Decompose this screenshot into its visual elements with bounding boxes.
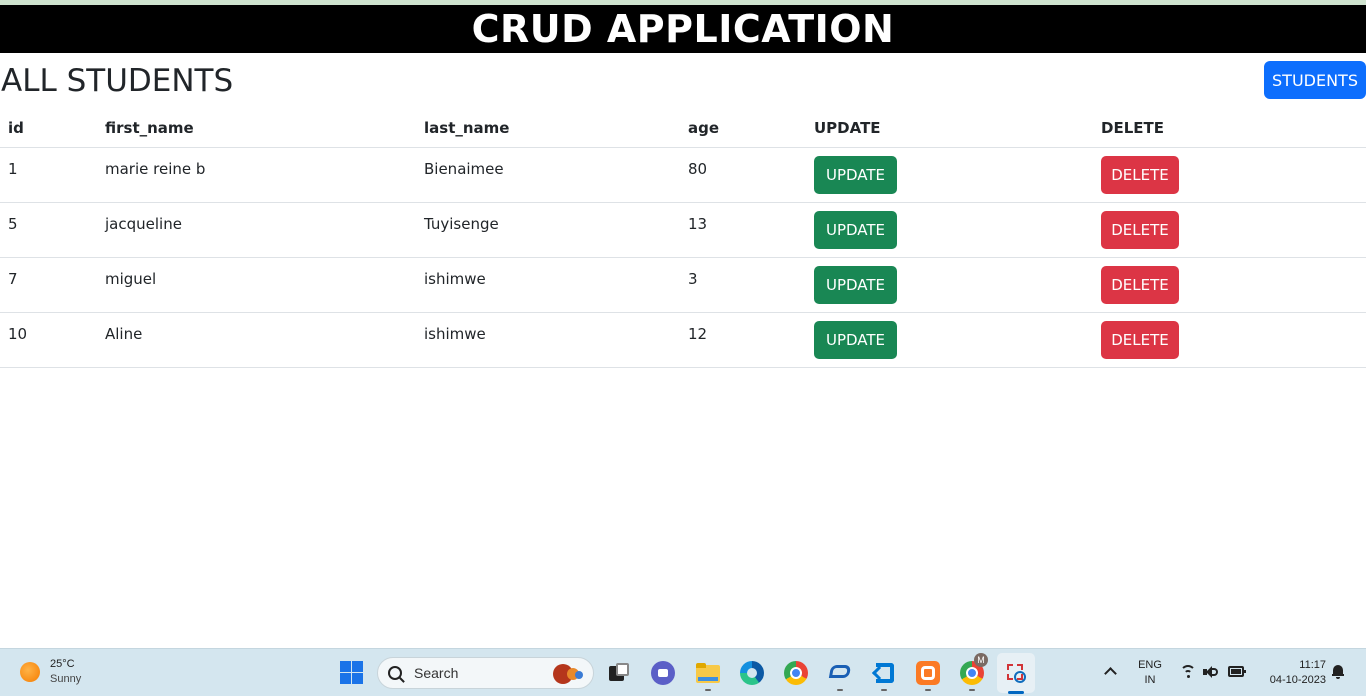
table-row: 1 marie reine b Bienaimee 80 UPDATE DELE… <box>0 147 1366 203</box>
header-delete: DELETE <box>1093 109 1366 148</box>
taskbar-search[interactable]: Search <box>377 657 594 689</box>
cell-age: 12 <box>680 312 806 368</box>
cell-last-name: ishimwe <box>416 257 680 313</box>
clock-date: 04-10-2023 <box>1269 674 1326 686</box>
weather-condition: Sunny <box>50 673 82 685</box>
update-button[interactable]: UPDATE <box>814 320 897 359</box>
search-highlight-icon <box>549 663 585 685</box>
screen-app-running-indicator <box>837 689 843 691</box>
clock-time: 11:17 <box>1299 659 1326 671</box>
file-explorer-icon[interactable] <box>696 661 720 685</box>
update-button[interactable]: UPDATE <box>814 210 897 249</box>
windows-start-icon[interactable] <box>340 661 363 684</box>
task-view-icon[interactable] <box>607 661 631 685</box>
vscode-running-indicator <box>881 689 887 691</box>
battery-icon[interactable] <box>1228 666 1246 677</box>
weather-temp: 25°C <box>50 658 75 670</box>
screen-app-icon[interactable] <box>828 661 852 685</box>
cell-update: UPDATE <box>806 147 1093 203</box>
cell-delete: DELETE <box>1093 257 1366 313</box>
chrome-profile-running-indicator <box>969 689 975 691</box>
edge-icon[interactable] <box>740 661 764 685</box>
cell-update: UPDATE <box>806 312 1093 368</box>
cell-update: UPDATE <box>806 257 1093 313</box>
cell-first-name: miguel <box>97 257 416 313</box>
app-title: CRUD APPLICATION <box>471 7 895 51</box>
sun-icon <box>20 662 40 682</box>
profile-badge: M <box>974 653 988 667</box>
update-button[interactable]: UPDATE <box>814 265 897 304</box>
update-button[interactable]: UPDATE <box>814 155 897 194</box>
cell-id: 1 <box>0 147 97 203</box>
cell-age: 13 <box>680 202 806 258</box>
snipping-tool-icon[interactable] <box>1004 661 1028 685</box>
wifi-icon[interactable] <box>1180 665 1196 679</box>
weather-widget[interactable]: 25°C Sunny <box>20 657 81 687</box>
table-row: 7 miguel ishimwe 3 UPDATE DELETE <box>0 257 1366 313</box>
delete-button[interactable]: DELETE <box>1101 265 1179 304</box>
table-header-row: id first_name last_name age UPDATE DELET… <box>0 109 1366 148</box>
cell-last-name: ishimwe <box>416 312 680 368</box>
volume-icon[interactable] <box>1203 666 1218 678</box>
vscode-icon[interactable] <box>871 661 896 685</box>
explorer-running-indicator <box>705 689 711 691</box>
teams-chat-icon[interactable] <box>651 661 675 685</box>
header-first-name: first_name <box>97 109 416 148</box>
cell-update: UPDATE <box>806 202 1093 258</box>
cell-last-name: Tuyisenge <box>416 202 680 258</box>
header-age: age <box>680 109 806 148</box>
clock[interactable]: 11:17 04-10-2023 <box>1256 658 1326 688</box>
chevron-up-icon[interactable] <box>1104 667 1117 680</box>
cell-id: 10 <box>0 312 97 368</box>
header-update: UPDATE <box>806 109 1093 148</box>
app-header: CRUD APPLICATION <box>0 5 1366 53</box>
table-row: 10 Aline ishimwe 12 UPDATE DELETE <box>0 312 1366 368</box>
xampp-icon[interactable] <box>916 661 940 685</box>
xampp-running-indicator <box>925 689 931 691</box>
language-line2: IN <box>1144 674 1156 686</box>
language-line1: ENG <box>1138 659 1162 671</box>
weather-text: 25°C Sunny <box>50 657 81 687</box>
taskbar: 25°C Sunny Search M ENG IN 11:17 04-10-2… <box>0 648 1366 696</box>
delete-button[interactable]: DELETE <box>1101 210 1179 249</box>
notification-bell-icon[interactable] <box>1332 665 1344 679</box>
cell-age: 80 <box>680 147 806 203</box>
cell-delete: DELETE <box>1093 312 1366 368</box>
cell-first-name: Aline <box>97 312 416 368</box>
cell-delete: DELETE <box>1093 147 1366 203</box>
cell-delete: DELETE <box>1093 202 1366 258</box>
active-app-indicator <box>1008 691 1024 694</box>
cell-id: 5 <box>0 202 97 258</box>
header-id: id <box>0 109 97 148</box>
delete-button[interactable]: DELETE <box>1101 320 1179 359</box>
students-table: id first_name last_name age UPDATE DELET… <box>0 109 1366 368</box>
page-title: ALL STUDENTS <box>1 63 234 99</box>
search-placeholder: Search <box>414 665 459 681</box>
header-last-name: last_name <box>416 109 680 148</box>
cell-first-name: marie reine b <box>97 147 416 203</box>
language-indicator[interactable]: ENG IN <box>1134 658 1166 688</box>
chrome-profile-icon[interactable]: M <box>960 653 988 685</box>
chrome-icon[interactable] <box>784 661 808 685</box>
delete-button[interactable]: DELETE <box>1101 155 1179 194</box>
cell-age: 3 <box>680 257 806 313</box>
cell-id: 7 <box>0 257 97 313</box>
students-button[interactable]: STUDENTS <box>1264 61 1366 99</box>
table-row: 5 jacqueline Tuyisenge 13 UPDATE DELETE <box>0 202 1366 258</box>
cell-first-name: jacqueline <box>97 202 416 258</box>
cell-last-name: Bienaimee <box>416 147 680 203</box>
search-icon <box>388 666 402 680</box>
